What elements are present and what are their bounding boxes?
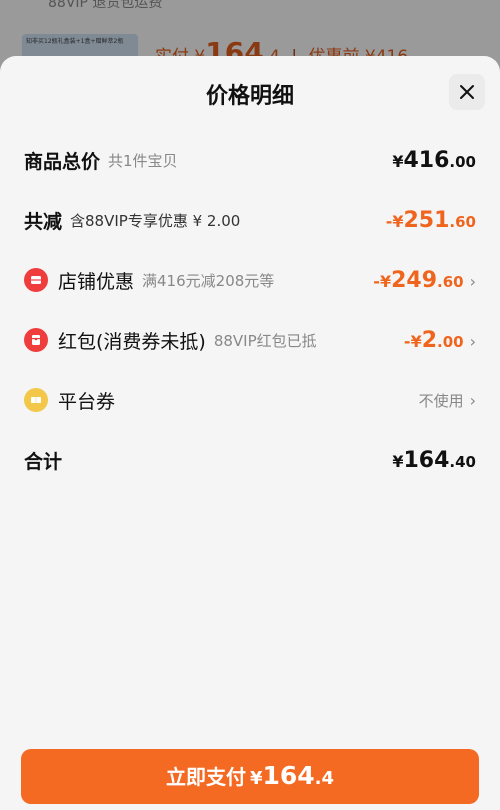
close-button[interactable] (449, 74, 485, 110)
total-sub: 共1件宝贝 (108, 151, 178, 170)
close-icon (460, 85, 474, 99)
price-detail-sheet: 价格明细 商品总价 共1件宝贝 ¥416.00 共减 含88VIP专享优惠 ¥ … (0, 56, 500, 810)
shop-discount-row[interactable]: 店铺优惠 满416元减208元等 -¥ 249.60 › (24, 262, 476, 298)
pay-now-label: 立即支付 (165, 765, 246, 789)
pay-currency: ¥ (249, 768, 263, 789)
red-packet-label: 红包(消费券未抵) (58, 330, 206, 353)
red-packet-sub: 88VIP红包已抵 (213, 331, 317, 350)
shop-discount-amount: -¥ 249.60 (373, 267, 464, 293)
pay-now-button[interactable]: 立即支付 ¥164.4 (21, 749, 479, 804)
total-amount: ¥416.00 (392, 147, 476, 173)
platform-coupon-row[interactable]: 平台券 不使用 › (24, 382, 476, 418)
reduce-amount: -¥ 251.60 (385, 207, 476, 233)
platform-coupon-value: 不使用 (418, 391, 464, 410)
sum-label: 合计 (24, 450, 63, 473)
chevron-right-icon: › (469, 331, 476, 351)
sum-row: 合计 ¥164.40 (24, 442, 476, 478)
ticket-icon (24, 388, 48, 412)
red-packet-row[interactable]: 红包(消费券未抵) 88VIP红包已抵 -¥ 2.00 › (24, 322, 476, 358)
red-packet-amount: -¥ 2.00 (403, 327, 464, 353)
thumbnail-text: 知非买12瓶礼盒装+1盒+赠鲜萃2瓶 (26, 38, 124, 45)
shop-coupon-icon (24, 268, 48, 292)
chevron-right-icon: › (469, 271, 476, 291)
shop-discount-label: 店铺优惠 (58, 270, 135, 293)
platform-coupon-label: 平台券 (58, 390, 116, 413)
background-text: 88VIP 退货包运费 (48, 0, 163, 11)
pay-dec: .4 (314, 768, 335, 789)
total-label: 商品总价 (24, 150, 101, 173)
reduce-label: 共减 (24, 210, 63, 233)
reduce-sub: 含88VIP专享优惠 ¥ 2.00 (70, 211, 241, 230)
shop-discount-sub: 满416元减208元等 (142, 271, 275, 290)
reduce-row: 共减 含88VIP专享优惠 ¥ 2.00 -¥ 251.60 (24, 202, 476, 238)
sheet-title: 价格明细 (205, 84, 294, 109)
red-packet-icon (24, 328, 48, 352)
pay-int: 164 (262, 761, 315, 790)
sum-amount: ¥164.40 (392, 447, 476, 473)
total-row: 商品总价 共1件宝贝 ¥416.00 (24, 142, 476, 178)
chevron-right-icon: › (469, 390, 476, 410)
